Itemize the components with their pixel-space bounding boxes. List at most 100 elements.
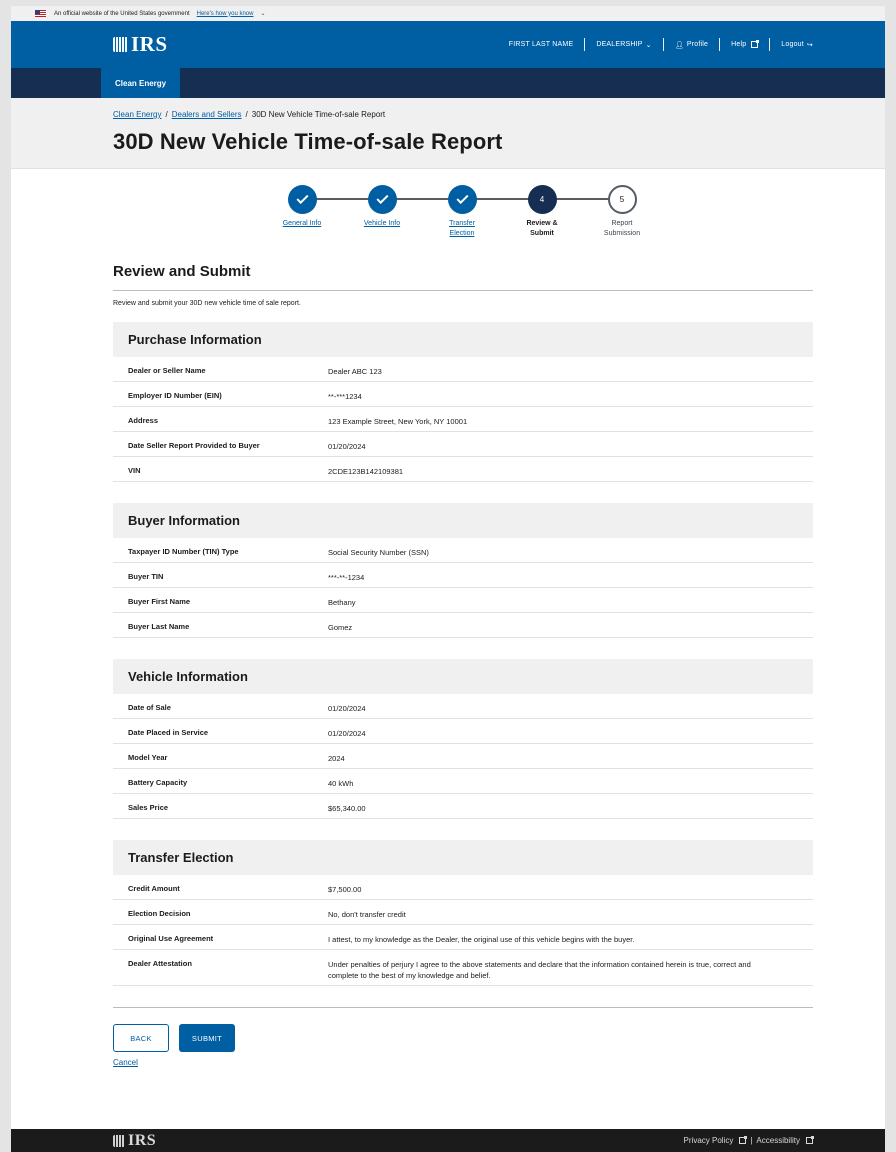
step-complete-circle	[287, 185, 317, 214]
summary-row: Date of Sale 01/20/2024	[113, 694, 813, 719]
summary-row: Address 123 Example Street, New York, NY …	[113, 407, 813, 432]
breadcrumb-separator: /	[245, 110, 248, 119]
row-label: Battery Capacity	[128, 778, 188, 787]
breadcrumb-separator: /	[165, 110, 168, 119]
dealership-dropdown[interactable]: DEALERSHIP ⌄	[596, 41, 651, 49]
summary-row: Buyer TIN ***-**-1234	[113, 563, 813, 588]
title-area: Clean Energy / Dealers and Sellers/30D New…	[11, 98, 885, 169]
step-transfer-election[interactable]: Transfer Election	[422, 185, 502, 239]
step-vehicle-info[interactable]: Vehicle Info	[342, 185, 422, 229]
external-link-icon	[806, 1136, 814, 1144]
heres-how-you-know-link[interactable]: Here's how you know	[197, 11, 254, 17]
step-complete-circle	[367, 185, 397, 214]
profile-link[interactable]: 👤︎ Profile	[675, 41, 708, 49]
accessibility-link[interactable]: Accessibility	[756, 1136, 800, 1145]
summary-row: Date Seller Report Provided to Buyer 01/2…	[113, 432, 813, 457]
user-name: FIRST LAST NAME	[508, 41, 574, 48]
row-value: 123 Example Street, New York, NY 10001	[328, 417, 468, 426]
step-label[interactable]: Vehicle Info	[342, 219, 422, 229]
section-heading: Buyer Information	[113, 503, 813, 538]
chevron-down-icon: ⌄	[645, 41, 652, 49]
section-heading: Vehicle Information	[113, 659, 813, 694]
form-actions: BACK SUBMIT	[113, 1024, 813, 1052]
divider	[719, 38, 721, 51]
cancel-link[interactable]: Cancel	[113, 1058, 138, 1067]
breadcrumb: Clean Energy / Dealers and Sellers/30D New…	[113, 98, 885, 119]
row-label: Original Use Agreement	[128, 934, 214, 943]
row-value: 01/20/2024	[328, 729, 366, 738]
section-heading: Transfer Election	[113, 840, 813, 875]
row-label: Sales Price	[128, 803, 169, 812]
row-label: Buyer Last Name	[128, 622, 190, 631]
summary-row: Election Decision No, don't transfer cred…	[113, 900, 813, 925]
eagle-icon	[113, 1134, 125, 1147]
row-label: VIN	[128, 466, 141, 475]
breadcrumb-current: 30D New Vehicle Time-of-sale Report	[251, 110, 386, 119]
row-value: Dealer ABC 123	[328, 367, 382, 376]
summary-row: Date Placed in Service 01/20/2024	[113, 719, 813, 744]
footer-irs-logo[interactable]: IRS	[113, 1132, 156, 1150]
page: An official website of the United States…	[11, 6, 885, 1152]
logout-link[interactable]: Logout ↪	[781, 41, 813, 49]
row-label: Address	[128, 416, 159, 425]
summary-row: Model Year 2024	[113, 744, 813, 769]
check-icon	[295, 191, 309, 205]
back-button[interactable]: BACK	[113, 1024, 169, 1052]
row-value: 40 kWh	[328, 779, 354, 788]
footer-links: Privacy Policy | Accessibility	[684, 1136, 814, 1145]
row-label: Election Decision	[128, 909, 191, 918]
privacy-policy-link[interactable]: Privacy Policy	[684, 1136, 734, 1145]
summary-row: Battery Capacity 40 kWh	[113, 769, 813, 794]
row-label: Date Seller Report Provided to Buyer	[128, 441, 260, 450]
step-label: Review & Submit	[526, 220, 558, 237]
step-report-submission: 5 Report Submission	[582, 185, 662, 239]
summary-row: Taxpayer ID Number (TIN) Type Social Secu…	[113, 538, 813, 563]
logout-label: Logout	[781, 41, 804, 48]
step-label[interactable]: General Info	[262, 219, 342, 229]
step-label: Report Submission	[603, 220, 641, 237]
breadcrumb-link-dealers-and-sellers[interactable]: Dealers and Sellers	[172, 110, 242, 119]
summary-row: Dealer or Seller Name Dealer ABC 123	[113, 357, 813, 382]
row-value: 2024	[328, 754, 345, 763]
external-link-icon	[751, 40, 760, 48]
check-icon	[375, 191, 389, 205]
transfer-election-section: Transfer Election Credit Amount $7,500.00…	[113, 840, 813, 986]
chevron-down-icon[interactable]: ⌄	[260, 10, 265, 17]
row-value: Bethany	[328, 598, 356, 607]
check-icon	[455, 191, 469, 205]
row-value: $7,500.00	[328, 885, 362, 894]
irs-logo[interactable]: IRS	[113, 32, 168, 57]
profile-label: Profile	[686, 41, 709, 48]
breadcrumb-link-clean-energy[interactable]: Clean Energy	[113, 110, 161, 119]
row-value: **-***1234	[328, 392, 362, 401]
person-icon: 👤︎	[674, 41, 684, 49]
row-label: Buyer TIN	[128, 572, 164, 581]
row-value: 01/20/2024	[328, 704, 366, 713]
row-label: Date of Sale	[128, 703, 171, 712]
divider	[662, 38, 664, 51]
header-nav: FIRST LAST NAME DEALERSHIP ⌄ 👤︎ Profile …	[509, 38, 813, 51]
vehicle-information-section: Vehicle Information Date of Sale 01/20/20…	[113, 659, 813, 819]
site-footer: IRS Privacy Policy | Accessibility	[11, 1129, 885, 1152]
row-label: Taxpayer ID Number (TIN) Type	[128, 547, 239, 556]
step-review-submit: 4 Review & Submit	[502, 185, 582, 239]
help-link[interactable]: Help	[731, 40, 760, 48]
row-value: Gomez	[328, 623, 353, 632]
tab-clean-energy[interactable]: Clean Energy	[101, 68, 181, 98]
row-value: No, don't transfer credit	[328, 910, 406, 919]
review-heading: Review and Submit	[113, 263, 813, 291]
irs-logo-text: IRS	[131, 32, 168, 56]
footer-logo-text: IRS	[128, 1131, 157, 1149]
summary-row: Sales Price $65,340.00	[113, 794, 813, 819]
summary-row: Credit Amount $7,500.00	[113, 875, 813, 900]
step-general-info[interactable]: General Info	[262, 185, 342, 229]
submit-button[interactable]: SUBMIT	[179, 1024, 235, 1052]
row-value: 2CDE123B142109381	[328, 467, 404, 476]
gov-banner: An official website of the United States…	[11, 6, 885, 21]
summary-row: VIN 2CDE123B142109381	[113, 457, 813, 482]
summary-row: Buyer Last Name Gomez	[113, 613, 813, 638]
dealership-label: DEALERSHIP	[596, 41, 643, 48]
step-label[interactable]: Transfer Election	[422, 219, 502, 239]
row-label: Credit Amount	[128, 884, 180, 893]
help-label: Help	[731, 41, 747, 48]
